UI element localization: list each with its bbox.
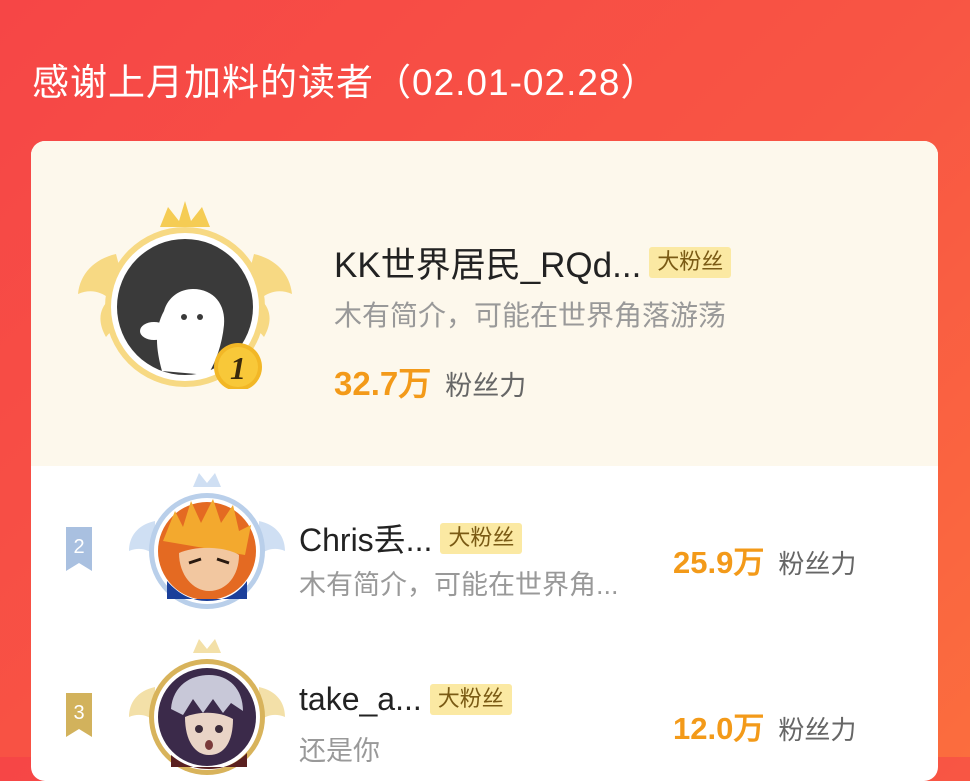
svg-text:3: 3 xyxy=(73,702,84,724)
reader-avatar[interactable] xyxy=(127,471,287,611)
svg-text:2: 2 xyxy=(73,536,84,558)
fans-label: 粉丝力 xyxy=(778,549,857,579)
top-reader-item[interactable]: 1 KK世界居民_RQd... 大粉丝 木有简介，可能在世界角落游荡 32.7万… xyxy=(31,141,938,466)
fan-level-badge: 大粉丝 xyxy=(440,522,523,554)
reader-name[interactable]: Chris丢... xyxy=(299,515,432,561)
top-reader-fans: 32.7万 粉丝力 xyxy=(334,357,526,405)
fans-label: 粉丝力 xyxy=(445,371,527,401)
crown-icon xyxy=(160,201,210,227)
reader-bio: 木有简介，可能在世界角... xyxy=(299,570,619,600)
fans-label: 粉丝力 xyxy=(778,715,857,745)
svg-text:1: 1 xyxy=(230,350,246,386)
reader-name-row: take_a... 大粉丝 xyxy=(299,681,512,718)
top-reader-name[interactable]: KK世界居民_RQd... xyxy=(334,237,641,288)
reader-name-row: Chris丢... 大粉丝 xyxy=(299,515,523,561)
top-reader-name-row: KK世界居民_RQd... 大粉丝 xyxy=(334,237,732,288)
top-reader-avatar[interactable]: 1 xyxy=(76,199,294,389)
fan-level-badge: 大粉丝 xyxy=(429,684,512,715)
fans-value: 25.9万 xyxy=(673,545,765,580)
fans-value: 12.0万 xyxy=(673,711,765,746)
gold-frame-icon: 1 xyxy=(78,201,292,389)
fans-value: 32.7万 xyxy=(334,365,432,402)
reader-fans: 25.9万 粉丝力 xyxy=(673,537,856,582)
reader-name[interactable]: take_a... xyxy=(299,681,422,718)
reader-avatar[interactable] xyxy=(127,637,287,777)
reader-row[interactable]: 2 Chris丢... 大粉丝 木有简介，可能在世界角... 25.9万 粉丝力 xyxy=(31,471,938,631)
crown-icon xyxy=(193,473,221,487)
reader-fans: 12.0万 粉丝力 xyxy=(673,703,856,748)
rank-ribbon-icon: 3 xyxy=(66,693,92,737)
ranking-card: 1 KK世界居民_RQd... 大粉丝 木有简介，可能在世界角落游荡 32.7万… xyxy=(31,141,938,781)
rank-medal-icon: 1 xyxy=(214,343,262,389)
page-title: 感谢上月加料的读者（02.01-02.28） xyxy=(32,62,659,103)
crown-icon xyxy=(193,639,221,653)
top-reader-bio: 木有简介，可能在世界角落游荡 xyxy=(334,300,727,331)
fan-level-badge: 大粉丝 xyxy=(649,247,732,278)
reader-bio: 还是你 xyxy=(299,736,380,766)
reader-row[interactable]: 3 take_a... 大粉丝 还是你 12.0万 粉丝力 xyxy=(31,637,938,781)
rank-ribbon-icon: 2 xyxy=(66,527,92,571)
